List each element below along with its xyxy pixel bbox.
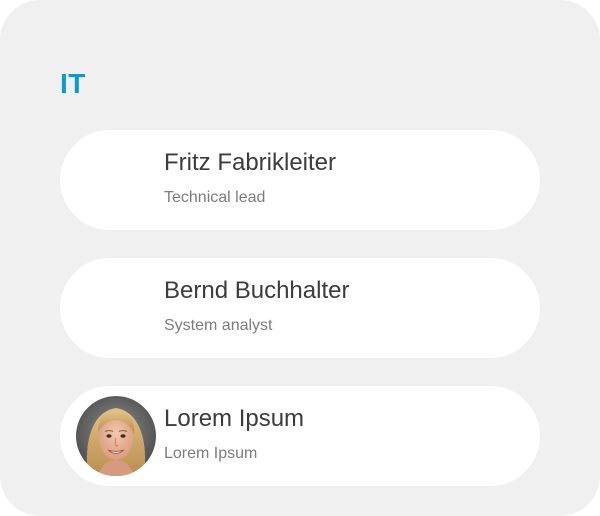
person-card[interactable]: Lorem Ipsum Lorem Ipsum (60, 386, 540, 486)
person-name: Lorem Ipsum (164, 405, 305, 432)
person-card[interactable]: Fritz Fabrikleiter Technical lead (60, 130, 540, 230)
department-panel: IT Fritz Fabrikleiter Technical lead Ber… (0, 0, 600, 516)
person-card[interactable]: Bernd Buchhalter System analyst (60, 258, 540, 358)
person-name: Bernd Buchhalter (164, 277, 350, 304)
person-role: System analyst (164, 317, 273, 334)
avatar (76, 396, 156, 476)
person-role: Lorem Ipsum (164, 445, 258, 462)
section-title: IT (60, 68, 86, 99)
person-photo-avatar-icon (76, 396, 156, 476)
person-name: Fritz Fabrikleiter (164, 149, 337, 176)
person-role: Technical lead (164, 189, 266, 206)
